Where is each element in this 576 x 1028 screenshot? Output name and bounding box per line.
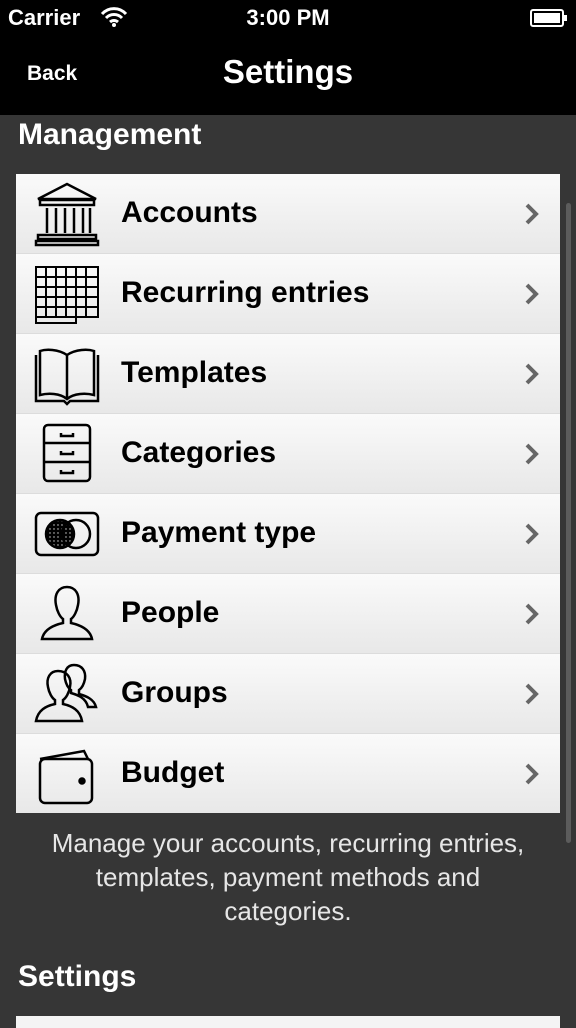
person-icon [34,581,100,647]
list-item-categories[interactable]: Categories [16,414,560,494]
chevron-right-icon [524,442,540,466]
list-item-label: Budget [121,756,225,789]
chevron-right-icon [524,202,540,226]
list-item-accounts[interactable]: Accounts [16,174,560,254]
navigation-bar: Back Settings [0,36,576,115]
list-item-label: Recurring entries [121,276,370,309]
list-item-people[interactable]: People [16,574,560,654]
status-bar: Carrier 3:00 PM [0,0,576,36]
list-item-payment-type[interactable]: Payment type [16,494,560,574]
credit-card-icon [34,501,100,567]
scrollbar[interactable] [566,203,571,843]
calendar-grid-icon [34,261,100,327]
book-icon [34,341,100,407]
page-title: Settings [222,53,354,90]
chevron-right-icon [524,682,540,706]
list-item-recurring-entries[interactable]: Recurring entries [16,254,560,334]
clock: 3:00 PM [246,5,330,30]
settings-list [16,1016,560,1028]
wallet-icon [34,741,100,807]
bank-icon [34,181,100,247]
list-item-templates[interactable]: Templates [16,334,560,414]
battery-icon [530,9,568,32]
section-footer-management: Manage your accounts, recurring entries,… [51,828,525,926]
list-item-budget[interactable]: Budget [16,734,560,813]
management-list: Accounts Recurring entries Templates Cat… [16,174,560,813]
list-item-label: Templates [121,356,268,389]
section-header-management: Management [18,118,202,151]
chevron-right-icon [524,762,540,786]
list-item-label: Categories [121,436,277,469]
chevron-right-icon [524,602,540,626]
drawer-cabinet-icon [34,421,100,487]
list-item-groups[interactable]: Groups [16,654,560,734]
list-item-label: Accounts [121,196,258,229]
chevron-right-icon [524,362,540,386]
list-item-label: People [121,596,220,629]
chevron-right-icon [524,522,540,546]
section-header-settings: Settings [18,960,137,993]
chevron-right-icon [524,282,540,306]
list-item-label: Payment type [121,516,317,549]
group-icon [34,661,100,727]
list-item-label: Groups [121,676,228,709]
